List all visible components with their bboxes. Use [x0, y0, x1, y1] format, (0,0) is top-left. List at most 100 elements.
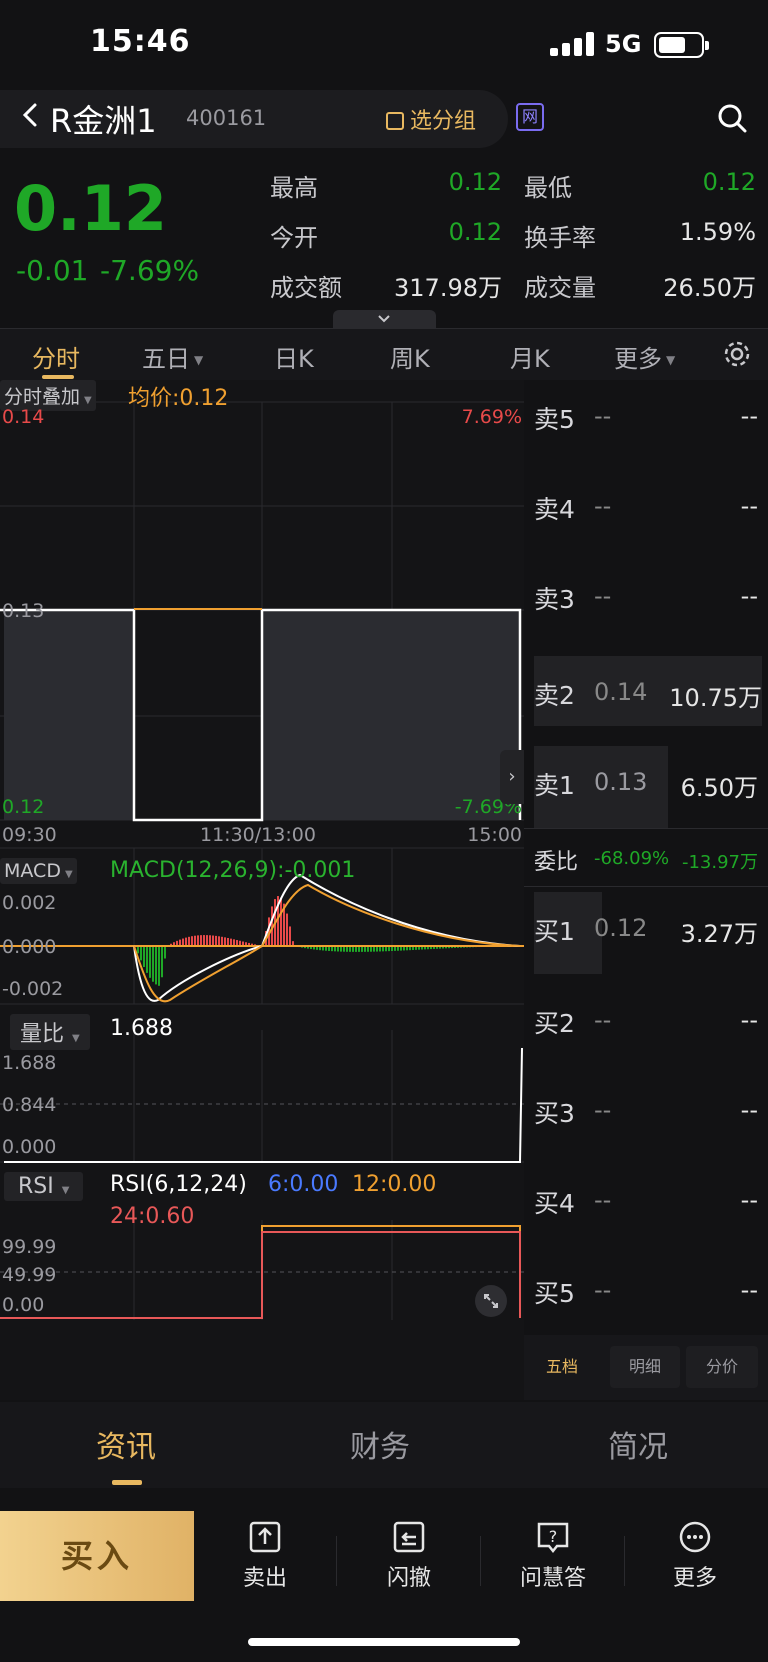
volratio-value: 1.688 [110, 1016, 173, 1041]
tab-more[interactable]: 更多 ▼ [614, 339, 675, 374]
stat-label: 今开 [270, 224, 318, 252]
rsi-24-line [0, 1231, 521, 1319]
expand-quote-toggle[interactable] [333, 310, 436, 328]
signal-icon [550, 32, 596, 56]
caret-down-icon: ▼ [64, 869, 73, 880]
macd-bar [227, 937, 229, 946]
net-badge[interactable]: 网 [516, 103, 544, 131]
flash-cancel-button[interactable]: 闪撤 [354, 1520, 464, 1592]
select-group-button[interactable]: 选分组 [386, 103, 476, 135]
macd-bar [158, 946, 160, 986]
expand-panel-chevron-icon[interactable]: › [500, 750, 524, 804]
last-price: 0.12 [14, 172, 167, 245]
bid-row[interactable]: 买5 -- -- [524, 1254, 768, 1324]
rsi-dropdown[interactable]: RSI ▼ [4, 1172, 84, 1201]
rsi-tick: 99.99 [2, 1236, 57, 1258]
back-arrow-icon[interactable] [16, 100, 46, 130]
volratio-tick: 0.844 [2, 1094, 57, 1116]
bid-row[interactable]: 买1 0.12 3.27万 [524, 892, 768, 974]
gear-icon[interactable] [722, 339, 752, 369]
tab-profile[interactable]: 简况 [608, 1422, 668, 1466]
macd-bar [146, 946, 148, 973]
price-change-pct: -7.69% [100, 254, 200, 287]
home-indicator [248, 1638, 520, 1646]
bid-row[interactable]: 买4 -- -- [524, 1164, 768, 1234]
macd-bar [218, 936, 220, 946]
tab-weekly-k[interactable]: 周K [390, 339, 430, 374]
macd-bar [191, 936, 193, 946]
tab-five-level[interactable]: 五档 [524, 1346, 600, 1388]
stat-label: 成交额 [270, 274, 342, 302]
bid-row[interactable]: 买3 -- -- [524, 1074, 768, 1144]
tab-intraday[interactable]: 分时 [32, 339, 80, 374]
sell-button[interactable]: 卖出 [210, 1520, 320, 1592]
stat-label: 换手率 [524, 224, 596, 252]
macd-bar [140, 946, 142, 961]
svg-text:?: ? [549, 1527, 558, 1546]
macd-histogram [137, 896, 519, 986]
macd-bar [185, 937, 187, 946]
network-type: 5G [605, 30, 642, 58]
caret-down-icon: ▼ [666, 353, 676, 367]
tab-price-dist[interactable]: 分价 [686, 1346, 758, 1388]
macd-bar [209, 935, 211, 946]
stock-header: R金洲1 400161 选分组 网 [0, 88, 768, 150]
stat-label: 最低 [524, 174, 572, 202]
status-time: 15:46 [90, 24, 191, 59]
macd-bar [149, 946, 151, 978]
macd-bar [155, 946, 157, 985]
pct-tick-high: 7.69% [461, 406, 522, 428]
ask-row[interactable]: 卖5 -- -- [524, 380, 768, 450]
ask-row[interactable]: 卖4 -- -- [524, 470, 768, 540]
volratio-dropdown[interactable]: 量比 ▼ [10, 1014, 90, 1050]
chart-area[interactable]: 分时叠加 ▼ 均价:0.12 0.14 7.69% 0.13 0.12 -7.69… [0, 380, 524, 1400]
tab-five-day[interactable]: 五日 ▼ [142, 339, 203, 374]
battery-icon [654, 32, 709, 58]
stock-code: 400161 [186, 106, 267, 130]
tab-finance[interactable]: 财务 [350, 1422, 410, 1466]
stat-value-volume: 26.50万 [663, 274, 756, 302]
tab-detail[interactable]: 明细 [610, 1346, 680, 1388]
stat-value-amount: 317.98万 [394, 274, 502, 302]
macd-bar [212, 935, 214, 946]
rsi-6-value: 6:0.00 [268, 1172, 339, 1197]
macd-bar [164, 946, 166, 959]
macd-bar [200, 935, 202, 946]
macd-tick: 0.002 [2, 892, 57, 914]
macd-tick: 0.000 [2, 936, 57, 958]
price-change: -0.01 [16, 254, 89, 287]
bid-row[interactable]: 买2 -- -- [524, 984, 768, 1054]
ask-ai-button[interactable]: ? 问慧答 [498, 1520, 608, 1592]
stat-value-open: 0.12 [448, 218, 502, 246]
macd-label: MACD(12,26,9):-0.001 [110, 858, 356, 883]
tab-news[interactable]: 资讯 [96, 1422, 156, 1466]
tab-monthly-k[interactable]: 月K [510, 339, 550, 374]
buy-button[interactable]: 买入 [0, 1511, 194, 1601]
ask-row[interactable]: 卖1 0.13 6.50万 [524, 746, 768, 828]
fullscreen-icon[interactable] [474, 1284, 508, 1318]
stat-value-turnover: 1.59% [679, 218, 756, 246]
macd-dropdown[interactable]: MACD ▼ [0, 858, 77, 884]
macd-bar [143, 946, 145, 967]
order-ratio-pct: -68.09% [594, 848, 670, 869]
macd-bar [206, 935, 208, 946]
macd-bar [224, 937, 226, 946]
rsi-tick: 0.00 [2, 1294, 45, 1316]
action-bar: 买入 卖出 闪撤 ? 问慧答 更多 [0, 1496, 768, 1662]
avg-price-label: 均价:0.12 [128, 386, 229, 411]
ask-row[interactable]: 卖3 -- -- [524, 560, 768, 630]
price-tick-high: 0.14 [2, 406, 45, 428]
active-tab-indicator [112, 1480, 142, 1485]
ask-row[interactable]: 卖2 0.14 10.75万 [534, 656, 762, 726]
macd-bar [161, 946, 163, 978]
time-tick-close: 15:00 [467, 824, 522, 846]
order-ratio-diff: -13.97万 [681, 852, 758, 873]
order-book: 卖5 -- -- 卖4 -- -- 卖3 -- -- 卖2 0.14 10.75万 卖1 0.13… [524, 380, 768, 1400]
status-bar: 15:46 5G [0, 0, 768, 90]
search-icon[interactable] [716, 102, 748, 134]
time-tick-open: 09:30 [2, 824, 57, 846]
tab-daily-k[interactable]: 日K [274, 339, 314, 374]
caret-down-icon: ▼ [194, 353, 204, 367]
macd-bar [197, 935, 199, 946]
more-button[interactable]: 更多 [640, 1520, 750, 1592]
